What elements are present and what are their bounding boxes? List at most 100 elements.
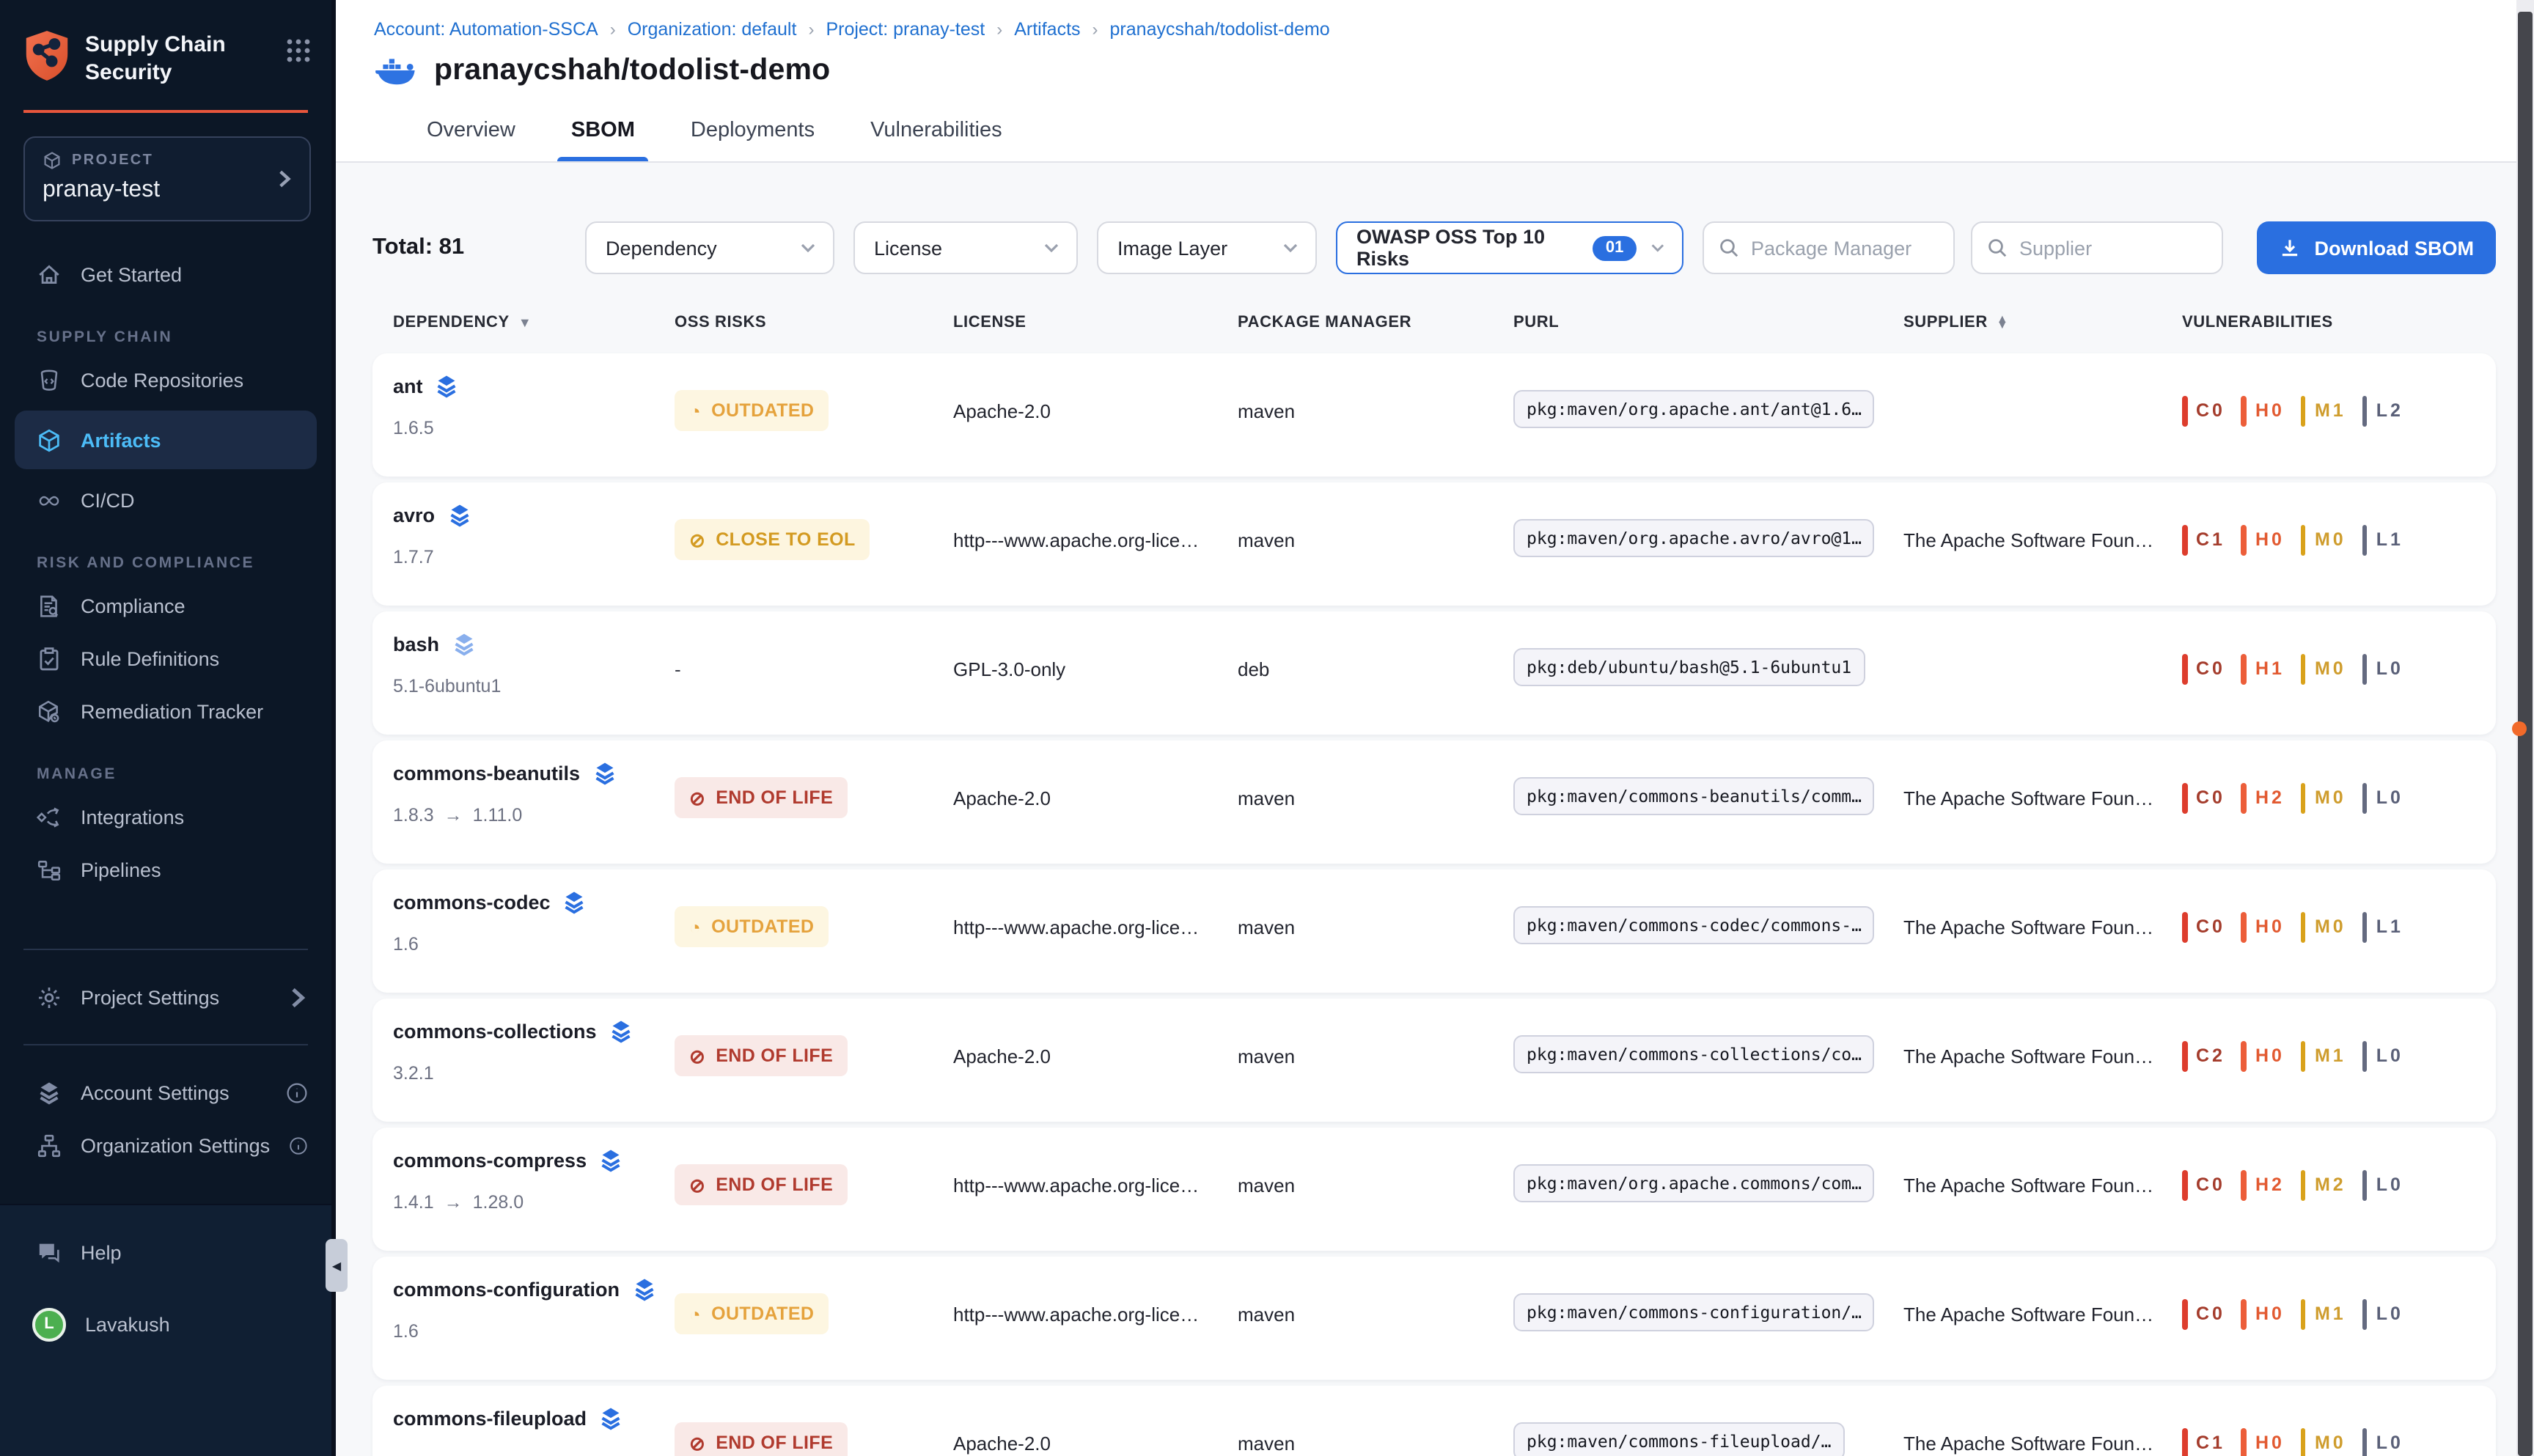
oss-risk-cell: ⊘END OF LIFE — [675, 1422, 953, 1456]
page-title: pranaycshah/todolist-demo — [434, 53, 830, 88]
sidebar-item-help[interactable]: ? Help — [0, 1226, 331, 1279]
ban-icon: ⊘ — [689, 530, 705, 549]
severity-bar — [2182, 1040, 2187, 1071]
table-row[interactable]: ant 1.6.5 → ◔OUTDATED Apache-2.0 maven p… — [372, 353, 2496, 477]
severity-bar — [2182, 911, 2187, 942]
table-row[interactable]: commons-compress 1.4.1 → 1.28.0 ⊘END OF … — [372, 1128, 2496, 1251]
severity-bar — [2362, 653, 2368, 684]
layers-icon — [598, 1406, 623, 1431]
severity-value: C0 — [2196, 916, 2225, 937]
vuln-h-count: H0 — [2241, 395, 2285, 426]
sidebar-item-label: Rule Definitions — [81, 647, 219, 669]
license-filter[interactable]: License — [853, 221, 1078, 274]
owasp-risks-filter[interactable]: OWASP OSS Top 10 Risks 01 — [1336, 221, 1683, 274]
info-icon[interactable] — [289, 1134, 308, 1156]
package-manager-value: maven — [1238, 787, 1513, 809]
sidebar-item-integrations[interactable]: Integrations — [0, 790, 331, 843]
table-row[interactable]: commons-fileupload → ⊘END OF LIFE Apache… — [372, 1386, 2496, 1456]
supplier-value: The Apache Software Foun… — [1903, 529, 2182, 551]
oss-risk-cell: ⊘END OF LIFE — [675, 1164, 953, 1205]
table-body: ant 1.6.5 → ◔OUTDATED Apache-2.0 maven p… — [372, 353, 2496, 1456]
notification-dot — [2512, 721, 2527, 736]
table-header: DEPENDENCY▼OSS RISKSLICENSEPACKAGE MANAG… — [372, 314, 2496, 331]
purl-chip[interactable]: pkg:maven/commons-collections/co… — [1513, 1034, 1875, 1073]
vuln-c-count: C1 — [2182, 524, 2225, 555]
nav-section-manage: MANAGE — [0, 765, 331, 783]
app-window: Supply Chain Security PROJECT pranay-tes… — [0, 0, 2534, 1456]
sidebar-item-artifacts[interactable]: Artifacts — [15, 411, 317, 469]
package-manager-value: maven — [1238, 1303, 1513, 1325]
purl-chip[interactable]: pkg:maven/commons-configuration/… — [1513, 1293, 1875, 1331]
sidebar-item-remediation-tracker[interactable]: Remediation Tracker — [0, 685, 331, 738]
sidebar-item-code-repositories[interactable]: Code Repositories — [0, 353, 331, 406]
breadcrumb-link[interactable]: Organization: default — [628, 19, 797, 40]
chevron-right-icon — [286, 986, 308, 1008]
user-menu[interactable]: L Lavakush — [0, 1298, 331, 1350]
purl-chip[interactable]: pkg:deb/ubuntu/bash@5.1-6ubuntu1 — [1513, 647, 1865, 685]
layers-icon — [609, 1019, 634, 1044]
gear-icon — [37, 985, 62, 1010]
image-layer-filter[interactable]: Image Layer — [1097, 221, 1317, 274]
sidebar-item-account-settings[interactable]: Account Settings — [0, 1066, 331, 1119]
project-selector[interactable]: PROJECT pranay-test — [23, 136, 311, 221]
purl-chip[interactable]: pkg:maven/commons-beanutils/comm… — [1513, 776, 1875, 815]
table-row[interactable]: commons-beanutils 1.8.3 → 1.11.0 ⊘END OF… — [372, 740, 2496, 864]
accent-rule — [23, 109, 308, 113]
table-row[interactable]: avro 1.7.7 → ⊘CLOSE TO EOL http---www.ap… — [372, 482, 2496, 606]
purl-chip[interactable]: pkg:maven/commons-fileupload/… — [1513, 1422, 1844, 1456]
severity-value: L1 — [2376, 529, 2403, 550]
tab-overview[interactable]: Overview — [424, 104, 518, 161]
dependency-filter[interactable]: Dependency — [585, 221, 834, 274]
sidebar-item-project-settings[interactable]: Project Settings — [0, 971, 331, 1023]
sidebar-item-get-started[interactable]: Get Started — [0, 248, 331, 301]
purl-chip[interactable]: pkg:maven/commons-codec/commons-… — [1513, 905, 1875, 944]
table-row[interactable]: commons-collections 3.2.1 → ⊘END OF LIFE… — [372, 999, 2496, 1122]
download-sbom-button[interactable]: Download SBOM — [2258, 221, 2497, 274]
chevron-down-icon — [1043, 239, 1060, 257]
vuln-h-count: H0 — [2241, 1427, 2285, 1456]
sidebar-collapse-handle[interactable]: ◀ — [326, 1239, 348, 1292]
breadcrumb-link[interactable]: Project: pranay-test — [826, 19, 985, 40]
breadcrumb-link[interactable]: Artifacts — [1014, 19, 1080, 40]
sidebar-item-organization-settings[interactable]: Organization Settings — [0, 1119, 331, 1172]
dependency-version: 1.6 → — [393, 934, 675, 955]
license-value: Apache-2.0 — [953, 1045, 1238, 1067]
column-header-supplier[interactable]: SUPPLIER▲▼ — [1903, 314, 2182, 331]
docker-whale-icon — [374, 54, 418, 87]
dependency-name: commons-collections — [393, 1021, 597, 1043]
dependency-version: 1.6.5 → — [393, 418, 675, 438]
sidebar-item-compliance[interactable]: Compliance — [0, 579, 331, 632]
sidebar-item-pipelines[interactable]: Pipelines — [0, 843, 331, 896]
purl-chip[interactable]: pkg:maven/org.apache.ant/ant@1.6… — [1513, 389, 1875, 427]
sidebar-item-rule-definitions[interactable]: Rule Definitions — [0, 632, 331, 685]
project-label: PROJECT — [72, 152, 153, 169]
tab-sbom[interactable]: SBOM — [568, 104, 638, 161]
info-icon[interactable] — [286, 1081, 308, 1103]
table-row[interactable]: commons-codec 1.6 → ◔OUTDATED http---www… — [372, 869, 2496, 993]
vuln-l-count: L0 — [2362, 1169, 2403, 1200]
table-row[interactable]: bash 5.1-6ubuntu1 → - GPL-3.0-only deb p… — [372, 611, 2496, 735]
sort-descending-icon[interactable]: ▼ — [518, 315, 532, 330]
download-icon — [2280, 237, 2302, 259]
chevron-right-icon — [274, 169, 293, 188]
supplier-value: The Apache Software Foun… — [1903, 916, 2182, 938]
breadcrumb-link[interactable]: Account: Automation-SSCA — [374, 19, 598, 40]
tab-vulnerabilities[interactable]: Vulnerabilities — [867, 104, 1005, 161]
tab-deployments[interactable]: Deployments — [688, 104, 818, 161]
column-header-dependency[interactable]: DEPENDENCY▼ — [393, 314, 675, 331]
breadcrumb-link[interactable]: pranaycshah/todolist-demo — [1110, 19, 1330, 40]
severity-bar — [2362, 911, 2368, 942]
sort-toggle-icon[interactable]: ▲▼ — [1997, 316, 2008, 329]
module-grid-icon[interactable] — [286, 38, 311, 63]
purl-chip[interactable]: pkg:maven/org.apache.commons/com… — [1513, 1163, 1875, 1202]
package-manager-input[interactable] — [1751, 237, 1939, 259]
table-row[interactable]: commons-configuration 1.6 → ◔OUTDATED ht… — [372, 1257, 2496, 1380]
column-header-package-manager: PACKAGE MANAGER — [1238, 314, 1513, 331]
severity-bar — [2301, 1298, 2306, 1329]
supplier-input[interactable] — [2019, 237, 2207, 259]
box-wrench-icon — [37, 699, 62, 724]
vuln-l-count: L0 — [2362, 1427, 2403, 1456]
purl-chip[interactable]: pkg:maven/org.apache.avro/avro@1… — [1513, 518, 1875, 556]
sidebar-item-ci-cd[interactable]: CI/CD — [0, 474, 331, 526]
oss-risk-none: - — [675, 658, 681, 680]
